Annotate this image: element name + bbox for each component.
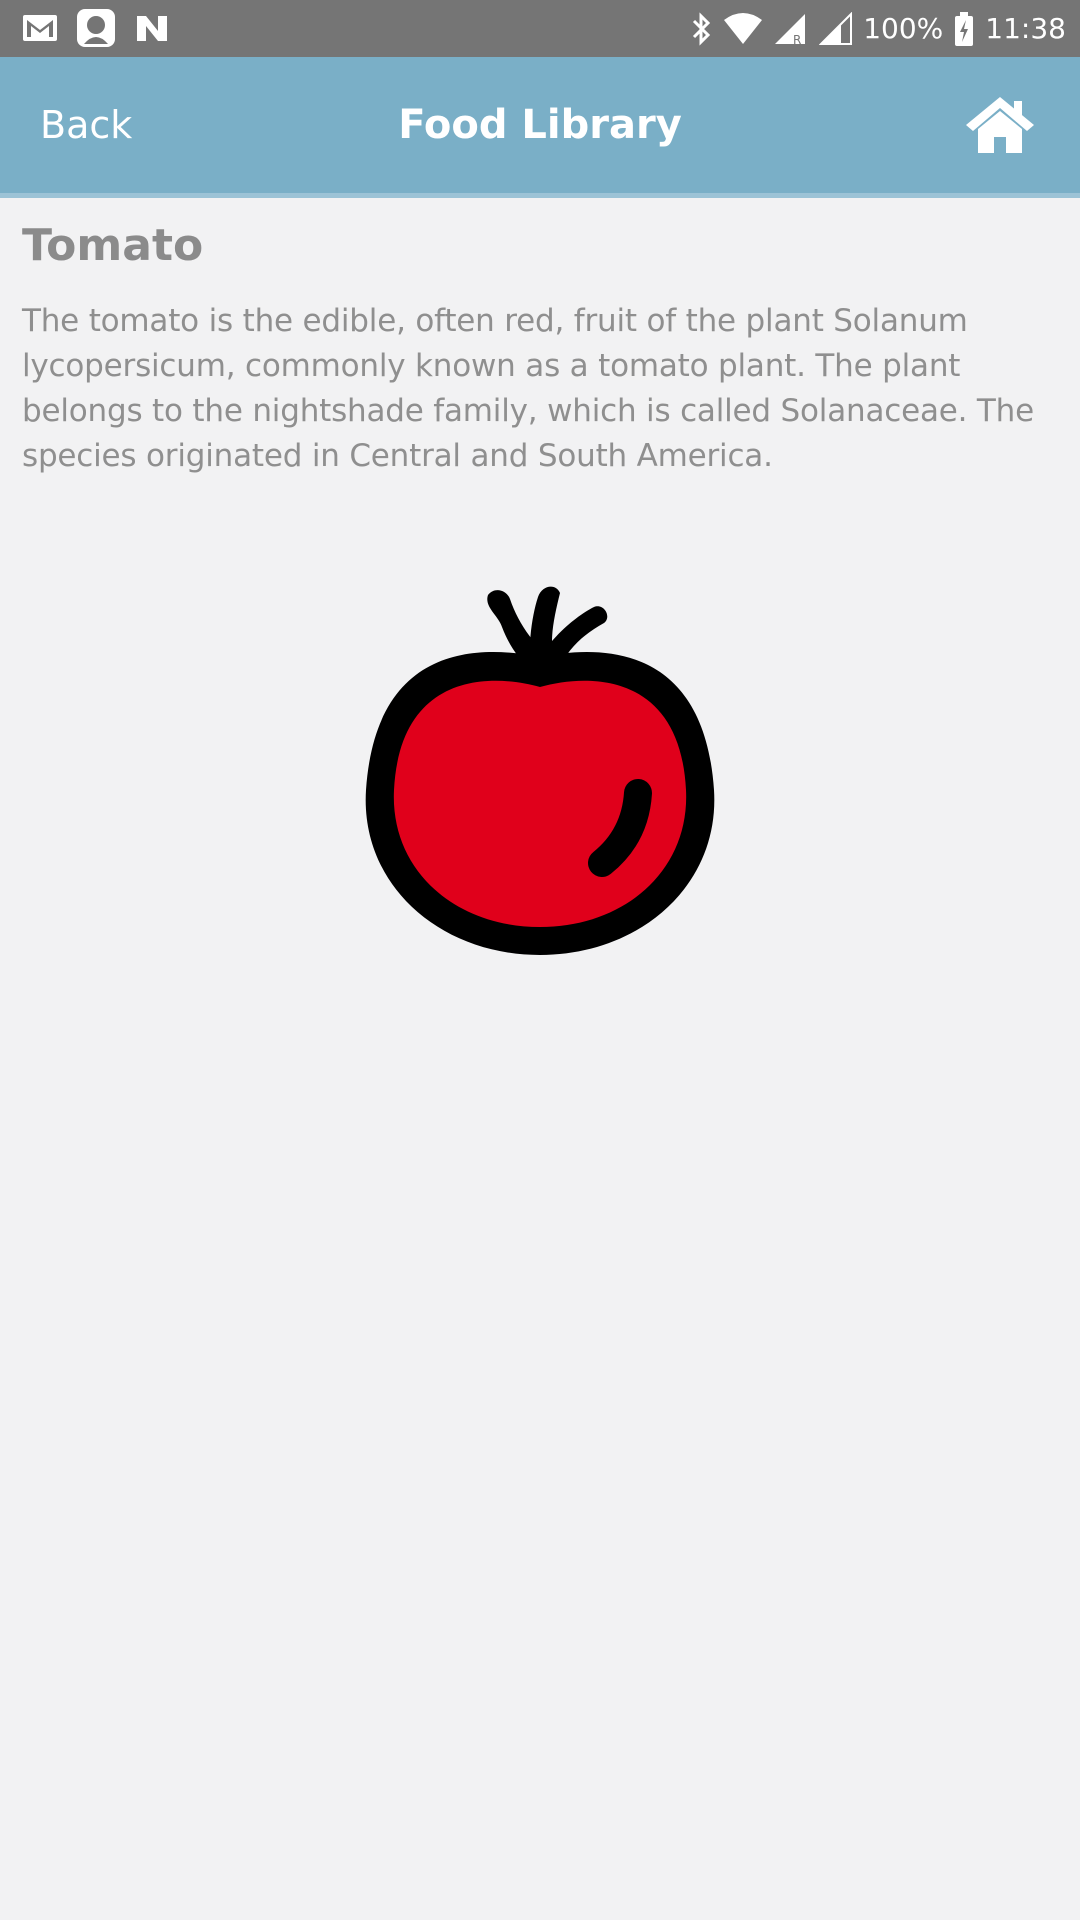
food-name: Tomato — [22, 220, 204, 271]
wifi-icon — [724, 13, 763, 44]
status-bar-left — [22, 8, 170, 48]
page-title: Food Library — [398, 102, 682, 148]
food-detail: Tomato The tomato is the edible, often r… — [22, 198, 1058, 479]
battery-percent: 100% — [863, 12, 944, 45]
clock: 11:38 — [985, 12, 1066, 45]
food-description: The tomato is the edible, often red, fru… — [22, 303, 1034, 474]
svg-text:R: R — [793, 33, 801, 46]
tomato-icon — [365, 586, 715, 955]
gmail-icon — [23, 15, 57, 41]
status-bar: R 100% 11:38 — [0, 0, 1080, 57]
header-bar: Back Food Library — [0, 57, 1080, 198]
signal-icon — [819, 12, 853, 45]
status-bar-right: R 100% 11:38 — [689, 8, 1066, 50]
back-button[interactable]: Back — [40, 57, 132, 193]
battery-charging-icon — [955, 12, 974, 46]
home-icon — [966, 97, 1034, 153]
signal-roaming-icon: R — [775, 14, 806, 46]
app-avatar-icon — [77, 9, 115, 47]
n-icon — [137, 16, 167, 41]
home-button[interactable] — [964, 95, 1036, 155]
bluetooth-icon — [693, 12, 711, 46]
